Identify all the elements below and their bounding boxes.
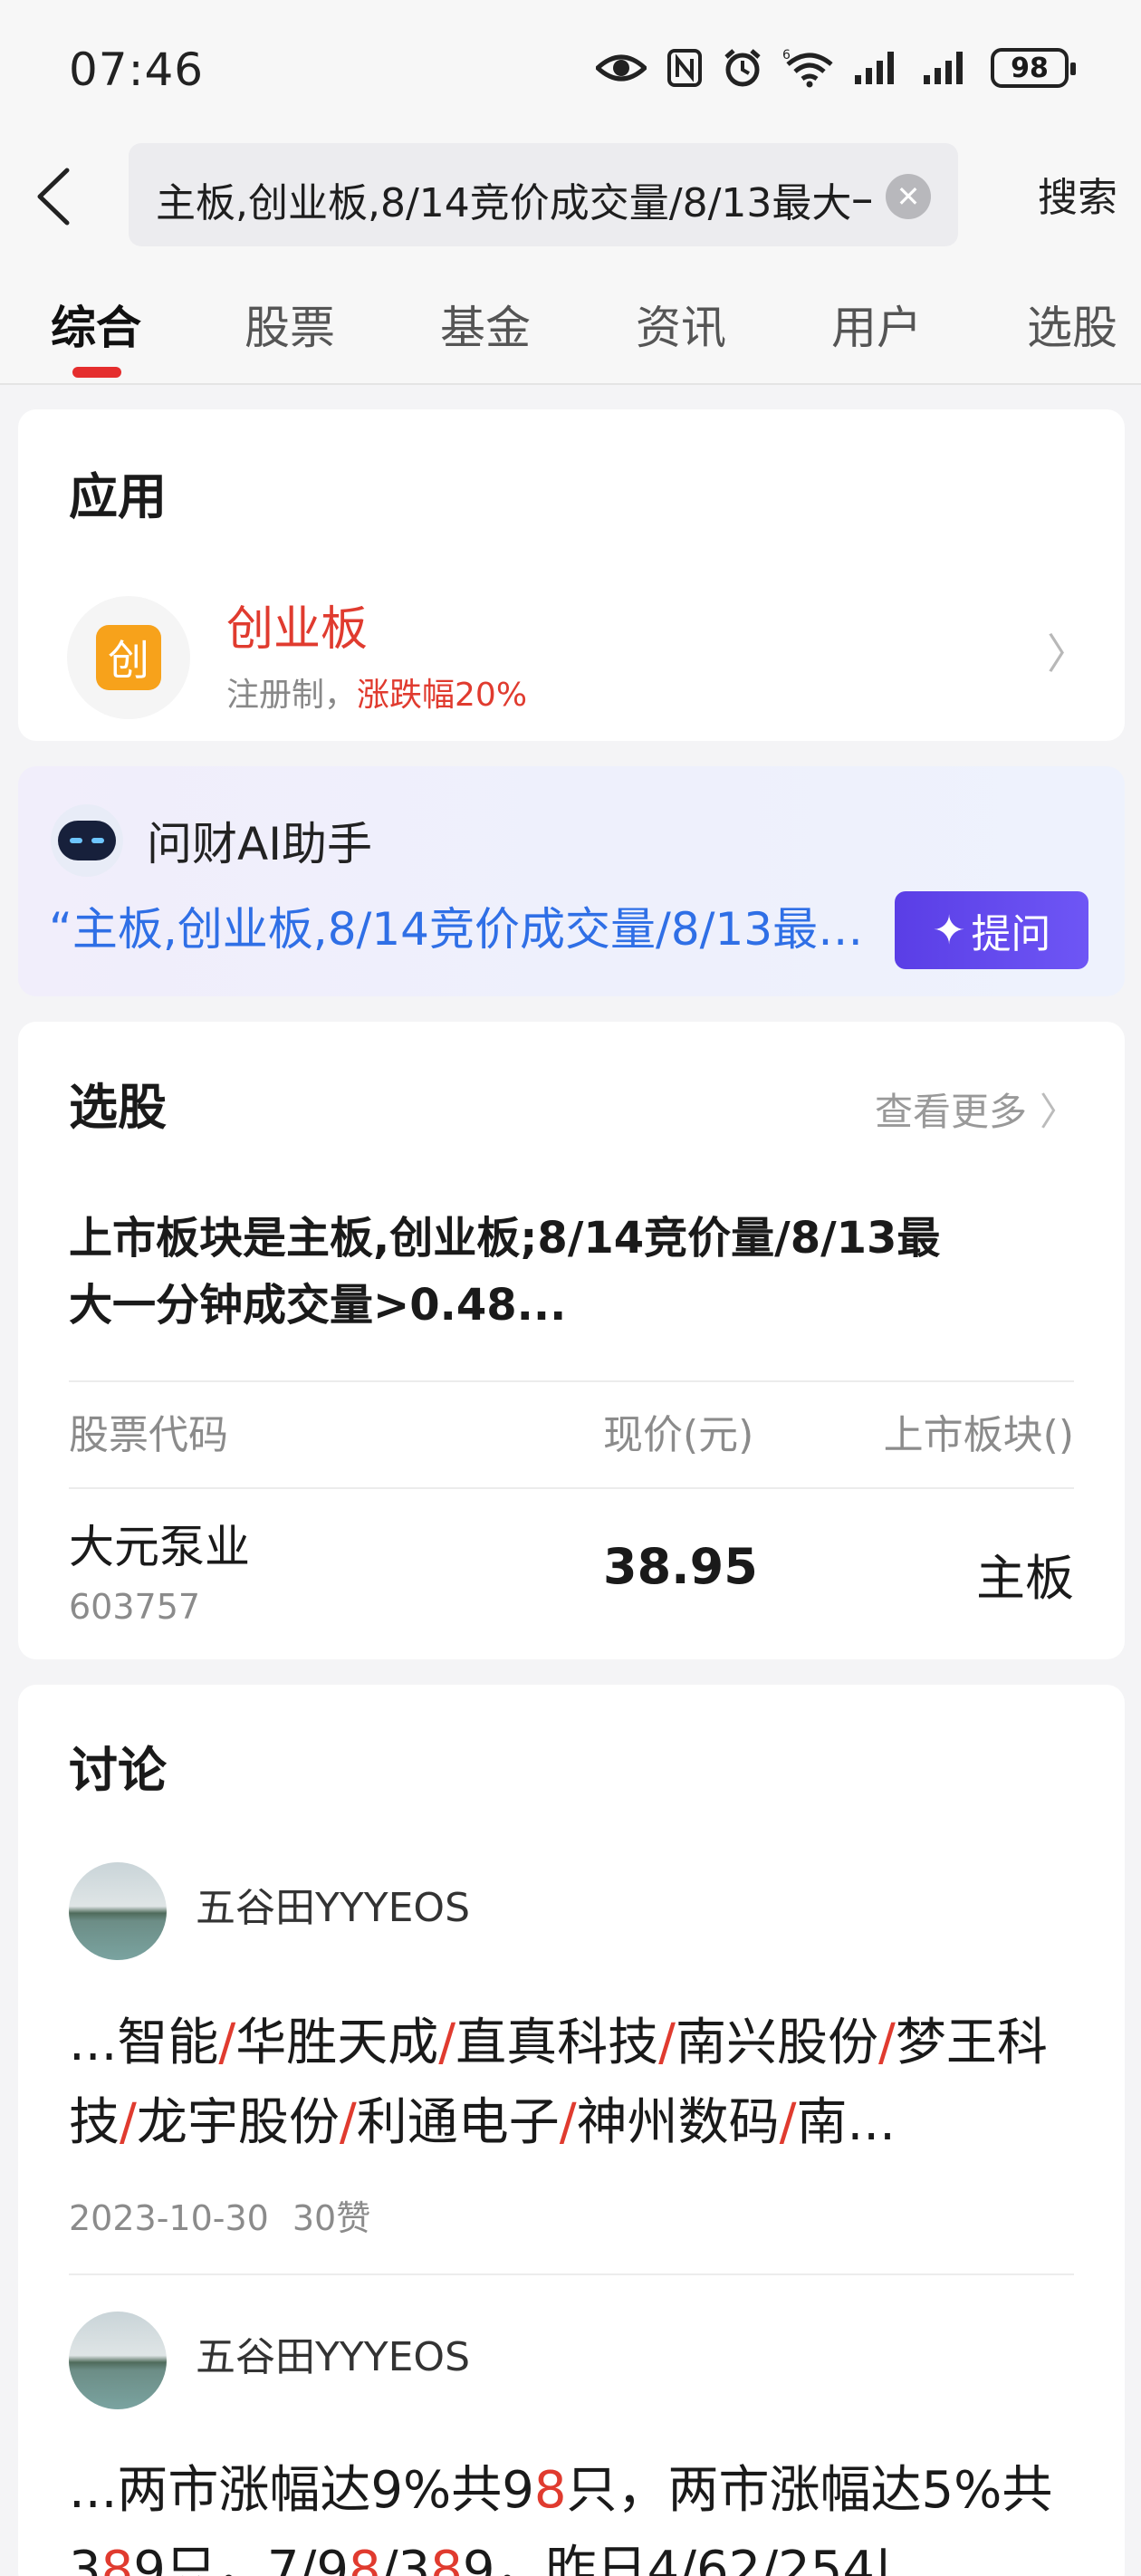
- avatar[interactable]: [69, 1862, 167, 1960]
- highlight-text: /: [120, 2093, 137, 2152]
- stock-picker-card: 选股 查看更多〉 上市板块是主板,创业板;8/14竞价量/8/13最大一分钟成交…: [18, 1022, 1125, 1659]
- post-text: 华胜天成: [235, 2014, 439, 2072]
- tab-stocks[interactable]: 股票: [244, 292, 335, 357]
- discussion-title: 讨论: [69, 1742, 167, 1799]
- chevron-left-icon: [37, 168, 70, 226]
- status-time: 07:46: [69, 43, 205, 96]
- chinext-app-icon: 创: [96, 625, 161, 690]
- post-author[interactable]: 五谷田YYYEOS: [196, 2324, 470, 2382]
- column-header-code: 股票代码: [69, 1412, 228, 1458]
- ai-suggested-query[interactable]: “主板,创业板,8/14竞价成交量/8/13最大一分钟成交量>0.48”: [49, 893, 882, 958]
- column-header-board: 上市板块(): [883, 1412, 1074, 1458]
- apps-title: 应用: [69, 468, 167, 525]
- app-name: 创业板: [226, 602, 369, 657]
- clear-search-button[interactable]: ✕: [886, 174, 931, 219]
- apps-card: 应用 创 创业板 注册制，涨跌幅20% 〉: [18, 409, 1125, 741]
- highlight-text: /: [438, 2014, 456, 2072]
- highlight-text: /: [658, 2014, 676, 2072]
- discussion-card: 讨论 五谷田YYYEOS ...智能/华胜天成/直真科技/南兴股份/梦王科技/龙…: [18, 1685, 1125, 2576]
- signal-icon: [922, 45, 971, 91]
- divider: [69, 1487, 1074, 1489]
- ai-robot-icon: [51, 804, 123, 877]
- search-header: 主板,创业板,8/14竞价成交量/8/13最大一分钟成交量>0.48 ✕ 搜索: [0, 136, 1141, 254]
- stock-price: 38.95: [603, 1538, 758, 1595]
- column-header-price: 现价(元): [603, 1412, 754, 1458]
- post-text: 9只，7/9: [133, 2541, 350, 2576]
- post-text: 9，昨日4/62/254|: [462, 2541, 892, 2576]
- app-description: 注册制，涨跌幅20%: [226, 677, 528, 714]
- highlight-text: /: [878, 2014, 896, 2072]
- ask-button[interactable]: ✦ 提问: [895, 891, 1088, 969]
- eye-icon: [596, 45, 647, 91]
- avatar[interactable]: [69, 2312, 167, 2409]
- post-text: 利通电子: [356, 2093, 560, 2152]
- stock-picker-title: 选股: [69, 1079, 167, 1136]
- svg-text:6: 6: [782, 48, 791, 62]
- post-content: ...智能/华胜天成/直真科技/南兴股份/梦王科技/龙宇股份/利通电子/神州数码…: [69, 2004, 1074, 2163]
- active-tab-indicator: [72, 367, 121, 378]
- wifi-icon: 6: [782, 45, 833, 91]
- post-meta: 2023-10-30 30赞: [69, 2198, 371, 2238]
- stock-board: 主板: [976, 1550, 1074, 1607]
- stock-code: 603757: [69, 1587, 201, 1627]
- tab-funds[interactable]: 基金: [440, 292, 531, 357]
- signal-icon: [853, 45, 902, 91]
- post-text: ...两市涨幅达9%共9: [69, 2461, 534, 2520]
- highlight-text: /: [339, 2093, 357, 2152]
- status-icons: 6 98: [596, 45, 1076, 91]
- highlight-text: /: [559, 2093, 577, 2152]
- stock-picker-condition[interactable]: 上市板块是主板,创业板;8/14竞价量/8/13最大一分钟成交量>0.48...: [69, 1205, 974, 1339]
- alarm-icon: [723, 45, 762, 91]
- highlight-text: 8: [349, 2541, 381, 2576]
- tab-comprehensive[interactable]: 综合: [51, 292, 141, 357]
- post-text: 南...: [796, 2093, 896, 2152]
- post-text: 神州数码: [576, 2093, 780, 2152]
- post-text: /3: [380, 2541, 431, 2576]
- chevron-right-icon: 〉: [1039, 1090, 1078, 1134]
- tab-users[interactable]: 用户: [831, 292, 922, 357]
- close-icon: ✕: [896, 179, 921, 214]
- tab-news[interactable]: 资讯: [636, 292, 726, 357]
- ai-assistant-card[interactable]: 问财AI助手 “主板,创业板,8/14竞价成交量/8/13最大一分钟成交量>0.…: [18, 766, 1125, 996]
- search-input[interactable]: 主板,创业板,8/14竞价成交量/8/13最大一分钟成交量>0.48 ✕: [129, 143, 958, 246]
- post-text: 龙宇股份: [136, 2093, 340, 2152]
- sparkle-icon: ✦: [932, 907, 966, 954]
- stock-name: 大元泵业: [69, 1521, 250, 1573]
- highlight-text: /: [218, 2014, 236, 2072]
- battery-icon: 98: [991, 48, 1076, 88]
- highlight-text: 8: [533, 2461, 567, 2520]
- highlight-text: 8: [101, 2541, 134, 2576]
- category-tabs: 综合 股票 基金 资讯 用户 选股: [0, 254, 1141, 385]
- divider: [69, 2273, 1074, 2275]
- highlight-text: /: [779, 2093, 797, 2152]
- ai-assistant-name: 问财AI助手: [147, 818, 372, 870]
- post-text: ...智能: [69, 2014, 219, 2072]
- post-text: 南兴股份: [676, 2014, 879, 2072]
- app-icon-container: 创: [67, 596, 190, 719]
- search-button[interactable]: 搜索: [1038, 165, 1117, 223]
- highlight-text: 8: [430, 2541, 463, 2576]
- nfc-icon: [666, 45, 703, 91]
- divider: [69, 1380, 1074, 1382]
- status-bar: 07:46 6 98: [0, 0, 1141, 136]
- post-text: 直真科技: [455, 2014, 659, 2072]
- post-content: ...两市涨幅达9%共98只，两市涨幅达5%共389只，7/98/389，昨日4…: [69, 2451, 1074, 2576]
- post-author[interactable]: 五谷田YYYEOS: [196, 1875, 470, 1933]
- view-more-link[interactable]: 查看更多〉: [875, 1081, 1078, 1137]
- tab-stock-picker[interactable]: 选股: [1027, 292, 1117, 357]
- back-button[interactable]: [31, 165, 85, 228]
- chevron-right-icon: 〉: [1047, 630, 1088, 678]
- search-query-text: 主板,创业板,8/14竞价成交量/8/13最大一分钟成交量>0.48: [156, 180, 871, 226]
